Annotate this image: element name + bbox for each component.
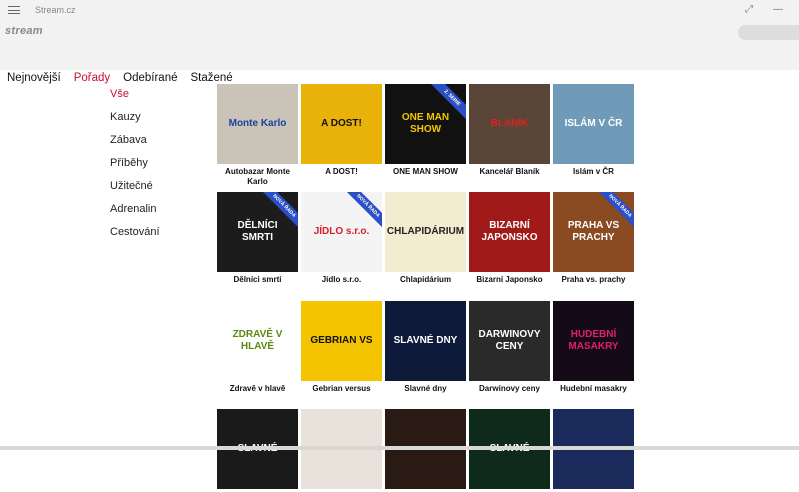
show-title: Hudební masakry bbox=[560, 384, 627, 393]
expand-icon[interactable]: ⤢ bbox=[745, 4, 753, 16]
tab-1[interactable]: Pořady bbox=[67, 70, 110, 86]
thumbnail-text: SLAVNÉ DNY bbox=[393, 335, 458, 346]
show-title: ONE MAN SHOW bbox=[393, 167, 458, 176]
thumbnail-text: DARWINOVY CENY bbox=[478, 329, 541, 352]
search-input[interactable] bbox=[738, 25, 799, 40]
thumbnail-text: GEBRIAN VS bbox=[310, 335, 373, 346]
show-thumbnail: BLANÍK bbox=[469, 84, 550, 164]
category-item-2[interactable]: Zábava bbox=[110, 132, 160, 155]
show-card[interactable]: DĚLNÍCI SMRTI NOVÁ ŘADA Dělníci smrti bbox=[217, 192, 298, 285]
app-logo: stream bbox=[5, 25, 43, 37]
thumbnail-text: A DOST! bbox=[321, 118, 362, 129]
show-title: Zdravě v hlavě bbox=[229, 384, 286, 393]
show-card[interactable]: JÍDLO s.r.o. NOVÁ ŘADA Jídlo s.r.o. bbox=[301, 192, 382, 285]
show-card[interactable]: Monte Karlo Autobazar Monte Karlo bbox=[217, 84, 298, 187]
show-card[interactable]: SLAVNÉ bbox=[469, 409, 550, 492]
thumbnail-text: BIZARNÍ JAPONSKO bbox=[481, 220, 538, 243]
show-title: Bizarní Japonsko bbox=[476, 275, 543, 284]
show-card[interactable]: PRAHA VS PRACHY NOVÁ ŘADA Praha vs. prachy bbox=[553, 192, 634, 285]
show-thumbnail: DĚLNÍCI SMRTI NOVÁ ŘADA bbox=[217, 192, 298, 272]
show-title: Darwinovy ceny bbox=[479, 384, 540, 393]
thumbnail-text: ISLÁM V ČR bbox=[564, 118, 623, 129]
category-item-3[interactable]: Příběhy bbox=[110, 155, 160, 178]
show-card[interactable]: A DOST! A DOST! bbox=[301, 84, 382, 177]
show-card[interactable] bbox=[301, 409, 382, 492]
show-card[interactable] bbox=[553, 409, 634, 492]
show-title: Autobazar Monte Karlo bbox=[225, 167, 290, 186]
show-thumbnail: JÍDLO s.r.o. NOVÁ ŘADA bbox=[301, 192, 382, 272]
thumbnail-text: HUDEBNÍ MASAKRY bbox=[568, 329, 619, 352]
show-thumbnail: GEBRIAN VS bbox=[301, 301, 382, 381]
thumbnail-text: ZDRAVĚ V HLAVĚ bbox=[232, 329, 283, 352]
show-thumbnail: PRAHA VS PRACHY NOVÁ ŘADA bbox=[553, 192, 634, 272]
show-card[interactable]: BIZARNÍ JAPONSKO Bizarní Japonsko bbox=[469, 192, 550, 285]
thumbnail-text: PRAHA VS PRACHY bbox=[567, 220, 620, 243]
show-thumbnail: BIZARNÍ JAPONSKO bbox=[469, 192, 550, 272]
show-thumbnail: ZDRAVĚ V HLAVĚ bbox=[217, 301, 298, 381]
show-card[interactable]: ZDRAVĚ V HLAVĚ Zdravě v hlavě bbox=[217, 301, 298, 394]
show-thumbnail: HUDEBNÍ MASAKRY bbox=[553, 301, 634, 381]
category-item-0[interactable]: Vše bbox=[110, 86, 160, 109]
thumbnail-text: BLANÍK bbox=[490, 118, 529, 129]
show-title: Chlapidárium bbox=[399, 275, 452, 284]
main-nav: Nejnovější Pořady Odebírané Stažené bbox=[0, 70, 239, 86]
show-card[interactable]: ONE MAN SHOW 2. SERIE ONE MAN SHOW bbox=[385, 84, 466, 177]
horizontal-scrollbar[interactable] bbox=[0, 446, 799, 450]
new-series-ribbon: NOVÁ ŘADA bbox=[343, 192, 382, 231]
show-thumbnail: CHLAPIDÁRIUM bbox=[385, 192, 466, 272]
show-title: A DOST! bbox=[325, 167, 358, 176]
show-title: Praha vs. prachy bbox=[561, 275, 626, 284]
show-title: Islám v ČR bbox=[573, 167, 614, 176]
show-card[interactable]: CHLAPIDÁRIUM Chlapidárium bbox=[385, 192, 466, 285]
show-card[interactable] bbox=[385, 409, 466, 492]
app-header: Nejnovější Pořady Odebírané Stažené bbox=[0, 20, 799, 84]
window-title: Stream.cz bbox=[35, 5, 76, 15]
title-bar: Stream.cz ⤢ — bbox=[0, 0, 799, 20]
show-title: Slavné dny bbox=[404, 384, 447, 393]
thumbnail-text: CHLAPIDÁRIUM bbox=[386, 226, 465, 237]
show-thumbnail: Monte Karlo bbox=[217, 84, 298, 164]
show-title: Gebrian versus bbox=[312, 384, 371, 393]
thumbnail-text: JÍDLO s.r.o. bbox=[313, 226, 370, 237]
thumbnail-text: ONE MAN SHOW bbox=[401, 112, 450, 135]
thumbnail-text: DĚLNÍCI SMRTI bbox=[237, 220, 278, 243]
tab-0[interactable]: Nejnovější bbox=[0, 70, 61, 86]
show-title: Kancelář Blaník bbox=[479, 167, 540, 176]
show-title: Dělníci smrti bbox=[233, 275, 282, 284]
show-thumbnail: ISLÁM V ČR bbox=[553, 84, 634, 164]
menu-icon[interactable] bbox=[8, 4, 20, 16]
category-item-5[interactable]: Adrenalin bbox=[110, 201, 160, 224]
show-card[interactable]: SLAVNÉ bbox=[217, 409, 298, 492]
show-card[interactable]: HUDEBNÍ MASAKRY Hudební masakry bbox=[553, 301, 634, 394]
show-title: Jídlo s.r.o. bbox=[321, 275, 362, 284]
show-thumbnail: SLAVNÉ DNY bbox=[385, 301, 466, 381]
show-thumbnail: A DOST! bbox=[301, 84, 382, 164]
thumbnail-text: Monte Karlo bbox=[228, 118, 287, 129]
category-item-1[interactable]: Kauzy bbox=[110, 109, 160, 132]
tab-2[interactable]: Odebírané bbox=[116, 70, 177, 86]
show-card[interactable]: GEBRIAN VS Gebrian versus bbox=[301, 301, 382, 394]
minimize-icon[interactable]: — bbox=[773, 4, 783, 16]
category-item-4[interactable]: Užitečné bbox=[110, 178, 160, 201]
show-thumbnail: ONE MAN SHOW 2. SERIE bbox=[385, 84, 466, 164]
show-card[interactable]: SLAVNÉ DNY Slavné dny bbox=[385, 301, 466, 394]
category-list: Vše Kauzy Zábava Příběhy Užitečné Adrenalin Ce… bbox=[110, 86, 160, 247]
show-thumbnail: DARWINOVY CENY bbox=[469, 301, 550, 381]
show-card[interactable]: ISLÁM V ČR Islám v ČR bbox=[553, 84, 634, 177]
show-card[interactable]: DARWINOVY CENY Darwinovy ceny bbox=[469, 301, 550, 394]
category-item-6[interactable]: Cestování bbox=[110, 224, 160, 247]
show-card[interactable]: BLANÍK Kancelář Blaník bbox=[469, 84, 550, 177]
